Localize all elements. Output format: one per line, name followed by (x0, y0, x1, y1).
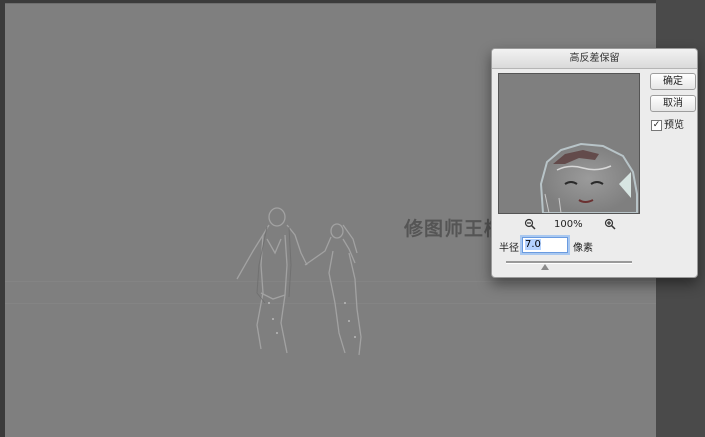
radius-input[interactable]: 7.0 (522, 237, 568, 253)
radius-slider-thumb[interactable] (541, 264, 549, 270)
checkmark-icon: ✓ (652, 119, 661, 130)
preview-label: 预览 (664, 120, 684, 131)
dialog-title[interactable]: 高反差保留 (492, 49, 697, 69)
zoom-level: 100% (554, 219, 583, 230)
ok-button[interactable]: 确定 (650, 73, 696, 90)
high-pass-dialog: 高反差保留 确定 取消 ✓ 预览 100% 半径: 7.0 像素 (491, 48, 698, 278)
zoom-out-icon[interactable] (524, 218, 536, 233)
workspace: 修图师王楠作品 高反差保留 确定 取消 ✓ 预览 100% 半径: 7.0 像素 (0, 0, 705, 437)
radius-value: 7.0 (525, 239, 541, 250)
filter-preview[interactable] (498, 73, 640, 214)
preview-checkbox-row[interactable]: ✓ 预览 (651, 116, 684, 131)
preview-checkbox[interactable]: ✓ (651, 119, 662, 131)
zoom-controls: 100% (524, 218, 624, 232)
radius-unit: 像素 (573, 243, 593, 254)
cancel-button[interactable]: 取消 (650, 95, 696, 112)
zoom-in-icon[interactable] (604, 218, 616, 233)
radius-label: 半径: (499, 243, 523, 254)
radius-slider-track[interactable] (506, 261, 632, 264)
preview-face-image (539, 142, 638, 213)
